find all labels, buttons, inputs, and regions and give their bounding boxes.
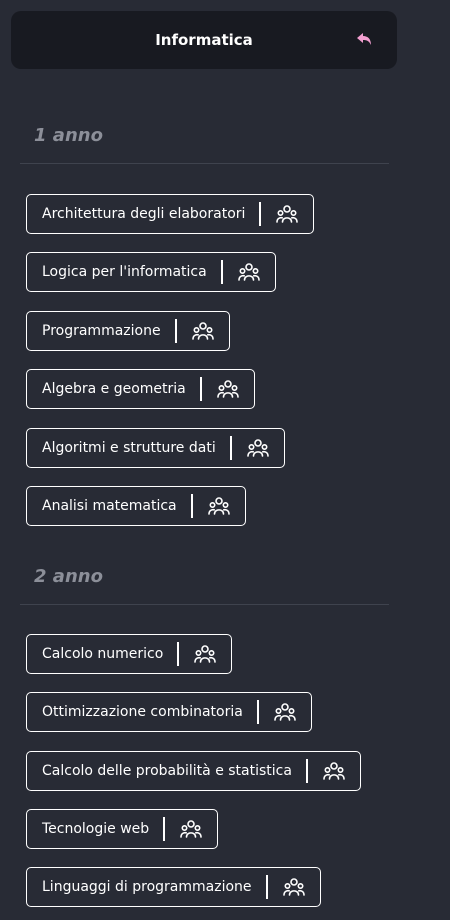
course-name: Algoritmi e strutture dati bbox=[42, 440, 216, 456]
course-name: Calcolo numerico bbox=[42, 646, 164, 662]
section-divider bbox=[20, 604, 389, 605]
section-divider bbox=[20, 163, 389, 164]
course-button[interactable]: Calcolo numerico bbox=[26, 634, 233, 674]
page-title: Informatica bbox=[155, 31, 253, 49]
group-icon[interactable] bbox=[193, 487, 245, 525]
group-icon[interactable] bbox=[308, 752, 360, 790]
group-icon[interactable] bbox=[259, 693, 311, 731]
course-button[interactable]: Ottimizzazione combinatoria bbox=[26, 692, 312, 732]
group-icon[interactable] bbox=[268, 868, 320, 906]
group-icon[interactable] bbox=[165, 810, 217, 848]
group-icon[interactable] bbox=[202, 370, 254, 408]
group-icon[interactable] bbox=[223, 253, 275, 291]
course-button[interactable]: Tecnologie web bbox=[26, 809, 219, 849]
course-button[interactable]: Algoritmi e strutture dati bbox=[26, 428, 285, 468]
course-name: Ottimizzazione combinatoria bbox=[42, 704, 243, 720]
group-icon[interactable] bbox=[261, 195, 313, 233]
course-name: Calcolo delle probabilità e statistica bbox=[42, 763, 292, 779]
section-title-2-anno: 2 anno bbox=[34, 566, 103, 587]
course-name: Architettura degli elaboratori bbox=[42, 206, 246, 222]
course-name: Programmazione bbox=[42, 323, 161, 339]
group-icon[interactable] bbox=[177, 312, 229, 350]
course-name: Algebra e geometria bbox=[42, 381, 186, 397]
course-button[interactable]: Programmazione bbox=[26, 311, 230, 351]
course-button[interactable]: Calcolo delle probabilità e statistica bbox=[26, 751, 361, 791]
course-button[interactable]: Algebra e geometria bbox=[26, 369, 255, 409]
course-name: Linguaggi di programmazione bbox=[42, 879, 252, 895]
group-icon[interactable] bbox=[232, 429, 284, 467]
course-name: Logica per l'informatica bbox=[42, 264, 207, 280]
header-bar: Informatica bbox=[11, 11, 397, 69]
course-button[interactable]: Logica per l'informatica bbox=[26, 252, 276, 292]
course-button[interactable]: Analisi matematica bbox=[26, 486, 246, 526]
course-button[interactable]: Linguaggi di programmazione bbox=[26, 867, 321, 907]
group-icon[interactable] bbox=[179, 635, 231, 673]
course-button[interactable]: Architettura degli elaboratori bbox=[26, 194, 315, 234]
back-arrow-icon[interactable] bbox=[355, 32, 373, 48]
course-name: Tecnologie web bbox=[42, 821, 150, 837]
course-name: Analisi matematica bbox=[42, 498, 177, 514]
section-title-1-anno: 1 anno bbox=[34, 125, 103, 146]
